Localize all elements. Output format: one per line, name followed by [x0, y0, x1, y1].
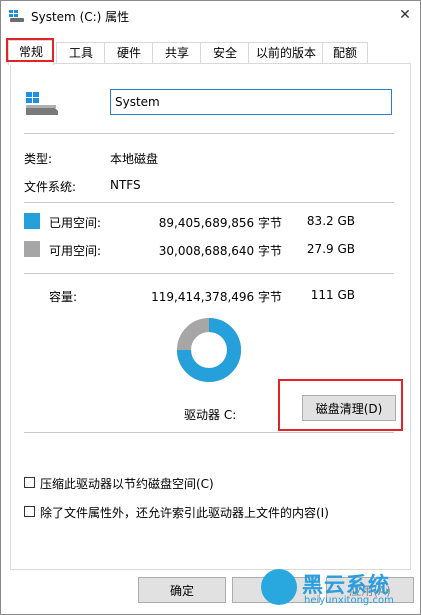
used-space-bytes: 89,405,689,856 字节 — [158, 216, 282, 230]
free-space-bytes: 30,008,688,640 字节 — [158, 244, 282, 258]
tab-tools[interactable]: 工具 — [56, 42, 106, 63]
divider — [24, 202, 394, 203]
type-label: 类型: — [24, 152, 53, 166]
used-space-swatch — [24, 213, 40, 229]
tab-previous-versions[interactable]: 以前的版本 — [248, 42, 324, 63]
index-checkbox-label[interactable]: 除了文件属性外，还允许索引此驱动器上文件的内容(I) — [40, 504, 329, 521]
tab-sharing[interactable]: 共享 — [152, 42, 202, 63]
watermark-logo — [261, 569, 297, 605]
highlight-box-cleanup — [278, 379, 403, 431]
divider — [24, 273, 394, 274]
drive-icon — [9, 10, 24, 22]
filesystem-value: NTFS — [110, 178, 141, 192]
drive-icon — [26, 92, 58, 115]
ok-button[interactable]: 确定 — [138, 577, 226, 603]
capacity-label: 容量: — [49, 290, 78, 304]
tab-security[interactable]: 安全 — [200, 42, 250, 63]
watermark-url: heiyunxitong.com — [304, 595, 394, 606]
highlight-box-tab — [6, 38, 54, 62]
window-title: System (C:) 属性 — [31, 10, 130, 24]
free-space-label: 可用空间: — [49, 244, 102, 258]
divider — [24, 133, 394, 134]
tab-hardware[interactable]: 硬件 — [104, 42, 154, 63]
divider — [24, 432, 394, 433]
used-space-size: 83.2 GB — [306, 214, 355, 228]
compress-checkbox[interactable] — [24, 477, 35, 488]
drive-letter-label: 驱动器 C: — [184, 408, 237, 422]
capacity-size: 111 GB — [310, 288, 355, 302]
free-space-swatch — [24, 241, 40, 257]
drive-name-input[interactable] — [110, 89, 392, 115]
type-value: 本地磁盘 — [110, 152, 159, 166]
filesystem-label: 文件系统: — [24, 180, 77, 194]
tab-quota[interactable]: 配额 — [322, 42, 368, 63]
used-space-label: 已用空间: — [49, 216, 102, 230]
close-button[interactable]: ✕ — [394, 4, 416, 26]
free-space-size: 27.9 GB — [306, 242, 355, 256]
capacity-bytes: 119,414,378,496 字节 — [151, 290, 282, 304]
compress-checkbox-label[interactable]: 压缩此驱动器以节约磁盘空间(C) — [40, 475, 214, 492]
close-icon: ✕ — [399, 7, 411, 23]
disk-usage-donut — [177, 318, 241, 382]
index-checkbox[interactable] — [24, 506, 35, 517]
